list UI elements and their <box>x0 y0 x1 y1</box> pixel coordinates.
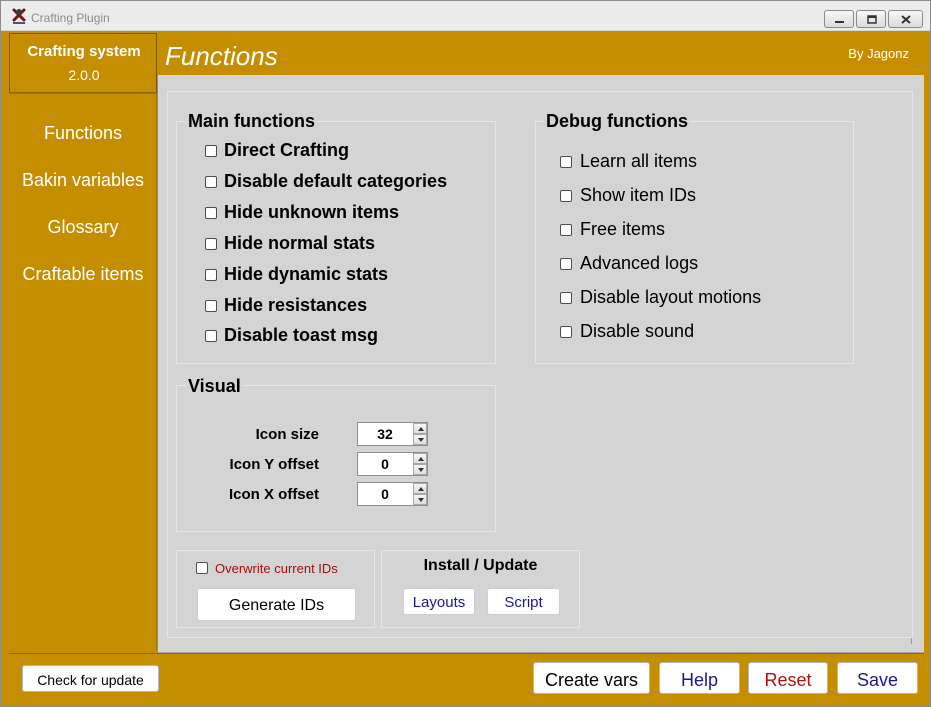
footer-divider <box>9 653 924 654</box>
sidebar-item-functions[interactable]: Functions <box>9 123 157 144</box>
layouts-label: Layouts <box>412 594 466 611</box>
checkbox-disable-default-categories[interactable] <box>205 176 217 188</box>
label-overwrite-ids[interactable]: Overwrite current IDs <box>215 561 338 576</box>
checkbox-show-item-ids[interactable] <box>560 190 572 202</box>
minimize-icon <box>835 21 844 23</box>
app-logo-icon <box>12 8 26 24</box>
sidebar-item-bakin-variables[interactable]: Bakin variables <box>9 170 157 191</box>
sidebar-item-glossary[interactable]: Glossary <box>9 217 157 238</box>
arrow-up-icon <box>418 457 424 461</box>
window-title: Crafting Plugin <box>31 11 110 25</box>
script-label: Script <box>504 594 543 611</box>
icon-size-increment[interactable] <box>413 423 427 434</box>
checkbox-free-items[interactable] <box>560 224 572 236</box>
reset-label: Reset <box>764 670 812 690</box>
label-disable-sound[interactable]: Disable sound <box>580 321 694 342</box>
checkbox-advanced-logs[interactable] <box>560 258 572 270</box>
script-button[interactable]: Script <box>487 588 560 615</box>
label-icon-size: Icon size <box>255 426 319 443</box>
label-hide-resistances[interactable]: Hide resistances <box>224 295 367 316</box>
label-hide-dynamic-stats[interactable]: Hide dynamic stats <box>224 264 388 285</box>
sidebar-divider <box>9 93 157 94</box>
page-title: Functions <box>165 41 278 71</box>
checkbox-overwrite-ids[interactable] <box>196 562 208 574</box>
icon-y-offset-decrement[interactable] <box>413 464 427 475</box>
visual-title: Visual <box>186 376 243 397</box>
icon-y-offset-increment[interactable] <box>413 453 427 464</box>
checkbox-direct-crafting[interactable] <box>205 145 217 157</box>
layouts-button[interactable]: Layouts <box>403 588 475 615</box>
icon-x-offset-value[interactable]: 0 <box>358 486 412 502</box>
arrow-up-icon <box>418 427 424 431</box>
icon-y-offset-value[interactable]: 0 <box>358 456 412 472</box>
debug-functions-title: Debug functions <box>544 111 690 132</box>
icon-x-offset-increment[interactable] <box>413 483 427 494</box>
close-icon <box>901 15 911 24</box>
icon-x-offset-decrement[interactable] <box>413 494 427 505</box>
label-hide-normal-stats[interactable]: Hide normal stats <box>224 233 375 254</box>
checkbox-disable-layout-motions[interactable] <box>560 292 572 304</box>
app-window: Crafting Plugin Crafting system 2.0.0 Fu… <box>0 0 931 707</box>
sidebar-item-craftable-items[interactable]: Craftable items <box>9 264 157 285</box>
create-vars-button[interactable]: Create vars <box>533 662 650 694</box>
author-label: By Jagonz <box>848 46 909 61</box>
label-advanced-logs[interactable]: Advanced logs <box>580 253 698 274</box>
save-label: Save <box>856 670 899 690</box>
help-button[interactable]: Help <box>659 662 740 694</box>
label-free-items[interactable]: Free items <box>580 219 665 240</box>
arrow-down-icon <box>418 498 424 502</box>
checkbox-disable-toast-msg[interactable] <box>205 330 217 342</box>
checkbox-hide-resistances[interactable] <box>205 300 217 312</box>
label-icon-y-offset: Icon Y offset <box>229 456 319 473</box>
generate-ids-label: Generate IDs <box>228 597 325 614</box>
label-direct-crafting[interactable]: Direct Crafting <box>224 140 349 161</box>
title-bar[interactable]: Crafting Plugin <box>1 1 930 31</box>
generate-ids-button[interactable]: Generate IDs <box>197 588 356 621</box>
sidebar-header: Crafting system 2.0.0 <box>9 33 157 93</box>
minimize-button[interactable] <box>824 10 854 28</box>
label-icon-x-offset: Icon X offset <box>228 486 319 503</box>
label-disable-default-categories[interactable]: Disable default categories <box>224 171 447 192</box>
label-hide-unknown-items[interactable]: Hide unknown items <box>224 202 399 223</box>
content-panel: Main functions Direct Crafting Disable d… <box>158 75 924 653</box>
save-button[interactable]: Save <box>837 662 918 694</box>
arrow-down-icon <box>418 438 424 442</box>
label-disable-toast-msg[interactable]: Disable toast msg <box>224 325 378 346</box>
icon-size-decrement[interactable] <box>413 434 427 445</box>
label-show-item-ids[interactable]: Show item IDs <box>580 185 696 206</box>
checkbox-hide-normal-stats[interactable] <box>205 238 217 250</box>
install-update-title: Install / Update <box>423 557 538 574</box>
version-label: 2.0.0 <box>68 67 100 83</box>
icon-size-value[interactable]: 32 <box>358 426 412 442</box>
label-disable-layout-motions[interactable]: Disable layout motions <box>580 287 761 308</box>
sidebar-title: Crafting system <box>27 43 141 60</box>
arrow-down-icon <box>418 468 424 472</box>
create-vars-label: Create vars <box>544 670 639 690</box>
icon-y-offset-stepper[interactable]: 0 <box>357 452 428 476</box>
checkbox-learn-all-items[interactable] <box>560 156 572 168</box>
label-learn-all-items[interactable]: Learn all items <box>580 151 697 172</box>
reset-button[interactable]: Reset <box>748 662 828 694</box>
check-update-label: Check for update <box>37 672 144 688</box>
resize-mark <box>911 638 912 644</box>
restore-icon <box>867 15 877 24</box>
checkbox-hide-unknown-items[interactable] <box>205 207 217 219</box>
arrow-up-icon <box>418 487 424 491</box>
icon-size-stepper[interactable]: 32 <box>357 422 428 446</box>
checkbox-disable-sound[interactable] <box>560 326 572 338</box>
check-update-button[interactable]: Check for update <box>22 665 159 692</box>
restore-button[interactable] <box>856 10 886 28</box>
main-functions-title: Main functions <box>186 111 317 132</box>
checkbox-hide-dynamic-stats[interactable] <box>205 269 217 281</box>
icon-x-offset-stepper[interactable]: 0 <box>357 482 428 506</box>
help-label: Help <box>680 670 719 690</box>
close-button[interactable] <box>888 10 923 28</box>
